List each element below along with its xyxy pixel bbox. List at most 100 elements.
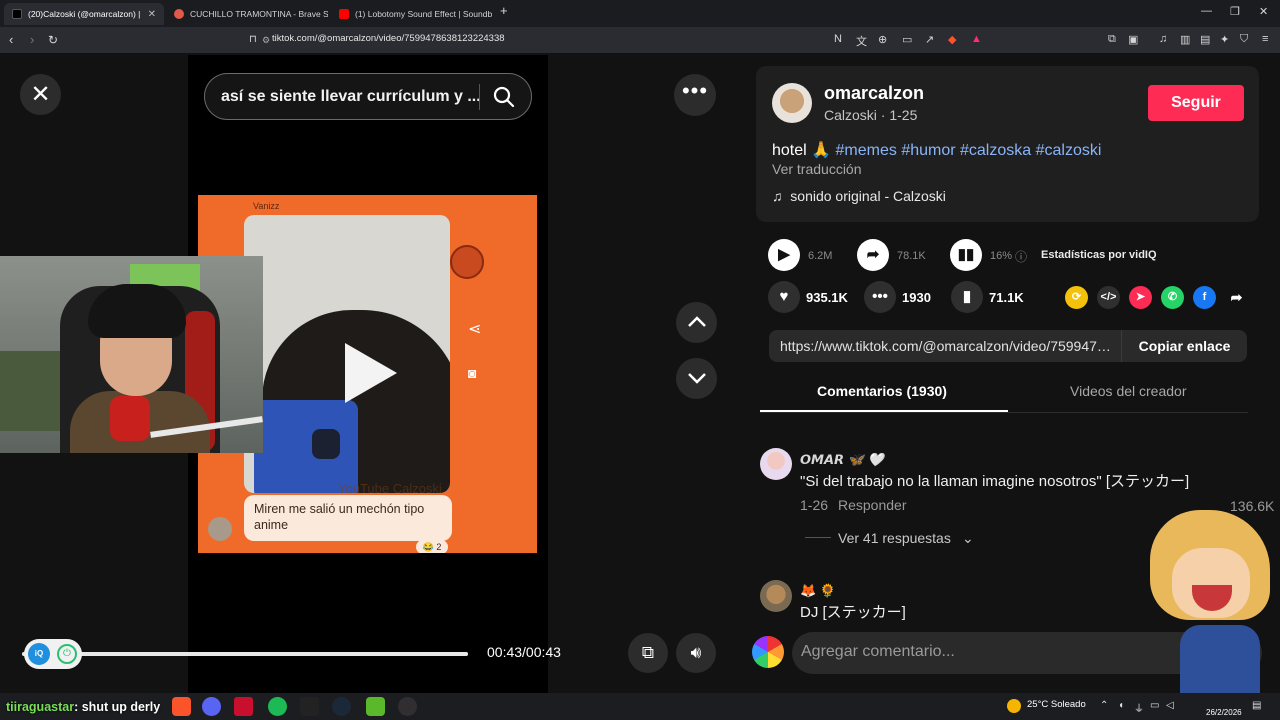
bookmark-icon[interactable]: ⊓ [249,34,257,45]
repost-icon[interactable]: ⟳ [1065,286,1088,309]
caption-hashtags[interactable]: #memes #humor #calzoska #calzoski [836,142,1102,159]
menu-icon[interactable]: ≡ [1262,33,1268,45]
spotify-app-icon[interactable] [268,697,287,716]
reading-list-icon[interactable]: ▥ [1180,33,1190,46]
volume-button[interactable]: 🔊︎ [676,633,716,673]
browser-tab-search[interactable]: CUCHILLO TRAMONTINA - Brave Sea [166,3,328,25]
reaction-badge: 😂 2 [416,540,448,553]
minimize-icon[interactable]: — [1201,5,1212,17]
replies-line [805,537,831,538]
usb-tray-icon[interactable]: ⏚ [1134,700,1144,715]
forward-icon[interactable]: › [30,32,34,47]
voicemod-app-icon[interactable] [234,697,253,716]
capcut-app-icon[interactable] [300,697,319,716]
search-icon[interactable] [493,86,515,108]
creator-avatar[interactable] [772,83,812,123]
sidebar-icon[interactable]: ▣ [1128,33,1138,46]
music-note-icon: ♫ [772,188,791,204]
send-to-friends-icon[interactable]: ➤ [1129,286,1152,309]
search-bar[interactable]: así se siente llevar currículum y ... [204,73,532,120]
more-share-icon[interactable]: ➦ [1225,286,1248,309]
vpn-icon[interactable]: ⛉ [1240,33,1248,46]
translate-icon[interactable]: 文 [856,33,867,49]
copy-link-button[interactable]: Copiar enlace [1121,330,1247,362]
steam-app-icon[interactable] [332,697,351,716]
close-window-icon[interactable]: ✕ [1259,5,1268,18]
wallet-icon[interactable]: ▤ [1200,33,1210,46]
follow-button[interactable]: Seguir [1148,85,1244,121]
comment-button[interactable]: ••• [864,281,896,313]
mic-tray-icon[interactable]: ◖ [1118,700,1124,711]
network-tray-icon[interactable]: ▭ [1150,700,1159,711]
previous-video-button[interactable] [676,302,717,343]
commenter-avatar[interactable] [760,448,792,480]
volume-tray-icon[interactable]: ◁ [1166,700,1174,711]
tab-creator-videos[interactable]: Videos del creador [1070,383,1186,399]
vidiq-stats-label[interactable]: Estadísticas por vidIQ [1041,249,1157,261]
power-icon[interactable]: ⏻ [57,644,77,664]
stats-button[interactable]: ▮▮ [950,239,982,271]
microphone-icon [110,396,150,441]
extensions-icon[interactable]: ⧉ [1108,33,1116,46]
discord-app-icon[interactable] [202,697,221,716]
youtube-favicon-icon [339,9,349,19]
share-icon: ⋖ [468,321,482,338]
play-icon[interactable] [345,343,397,403]
share-stat-button[interactable]: ➦ [857,239,889,271]
search-input[interactable]: así se siente llevar currículum y ... [221,88,481,106]
like-button[interactable]: ♥ [768,281,800,313]
commenter-avatar[interactable] [760,580,792,612]
whatsapp-icon[interactable]: ✆ [1161,286,1184,309]
video-link-field[interactable]: https://www.tiktok.com/@omarcalzon/video… [780,338,1116,354]
no-translate-icon[interactable]: N [834,33,842,45]
chat-sender-name: Vanizz [253,201,280,211]
close-tab-icon[interactable]: ✕ [148,9,156,20]
views-button[interactable]: ▶ [768,239,800,271]
new-tab-button[interactable]: + [500,3,508,18]
tab-comments[interactable]: Comentarios (1930) [817,383,947,399]
view-replies-button[interactable]: Ver 41 respuestas [838,530,951,546]
minecraft-app-icon[interactable] [366,697,385,716]
reload-icon[interactable]: ↻ [48,33,58,47]
zoom-icon[interactable]: ⊕ [878,33,887,46]
info-icon[interactable]: ⓘ [1015,248,1027,265]
cast-icon[interactable]: ▭ [902,33,912,46]
vidiq-widget[interactable]: iQ ⏻ [24,639,82,669]
commenter-name[interactable]: 🦊 🌻 [800,583,836,599]
back-icon[interactable]: ‹ [9,32,13,47]
close-video-button[interactable]: ✕ [20,74,61,115]
play-count-icon: ▶ [778,246,790,263]
facebook-icon[interactable]: f [1193,286,1216,309]
creator-username[interactable]: omarcalzon [824,83,924,104]
brave-shields-icon[interactable]: ◆ [948,33,956,46]
share-page-icon[interactable]: ↗ [925,33,934,46]
embed-icon[interactable]: </> [1097,286,1120,309]
taskbar-date[interactable]: 26/2/2026 [1206,708,1242,717]
save-button[interactable]: ▮ [951,281,983,313]
next-video-button[interactable] [676,358,717,399]
bookmark-icon: ▮ [962,288,972,305]
sound-link[interactable]: ♫ sonido original - Calzoski [772,188,946,204]
more-options-button[interactable]: ••• [674,74,716,116]
browser-tab-youtube[interactable]: (1) Lobotomy Sound Effect | Soundb [331,3,493,25]
obs-app-icon[interactable] [398,697,417,716]
browser-tab-tiktok[interactable]: (20)Calzoski (@omarcalzon) | ✕ [4,3,164,25]
progress-bar[interactable] [22,652,468,656]
tray-chevron-up-icon[interactable]: ⌃ [1100,700,1108,711]
sun-icon [1007,699,1021,713]
see-translation-link[interactable]: Ver traducción [772,161,862,177]
restore-icon[interactable]: ❐ [1230,5,1240,18]
tab-title: (1) Lobotomy Sound Effect | Soundb [355,9,493,19]
brave-favicon-icon [174,9,184,19]
notifications-icon[interactable]: ▤ [1252,700,1261,711]
brave-rewards-icon[interactable]: ▲ [971,33,982,45]
site-info-icon[interactable]: ⚙ [262,35,270,46]
floating-player-button[interactable]: ⧉ [628,633,668,673]
commenter-name[interactable]: 𝙊𝙈𝘼𝙍 🦋 🤍 [800,452,884,468]
brave-app-icon[interactable] [172,697,191,716]
reply-button[interactable]: Responder [838,497,907,513]
chevron-down-icon [687,373,706,384]
weather-text[interactable]: 25°C Soleado [1027,699,1086,710]
media-icon[interactable]: ♫ [1159,33,1167,45]
leo-icon[interactable]: ✦ [1220,33,1229,46]
